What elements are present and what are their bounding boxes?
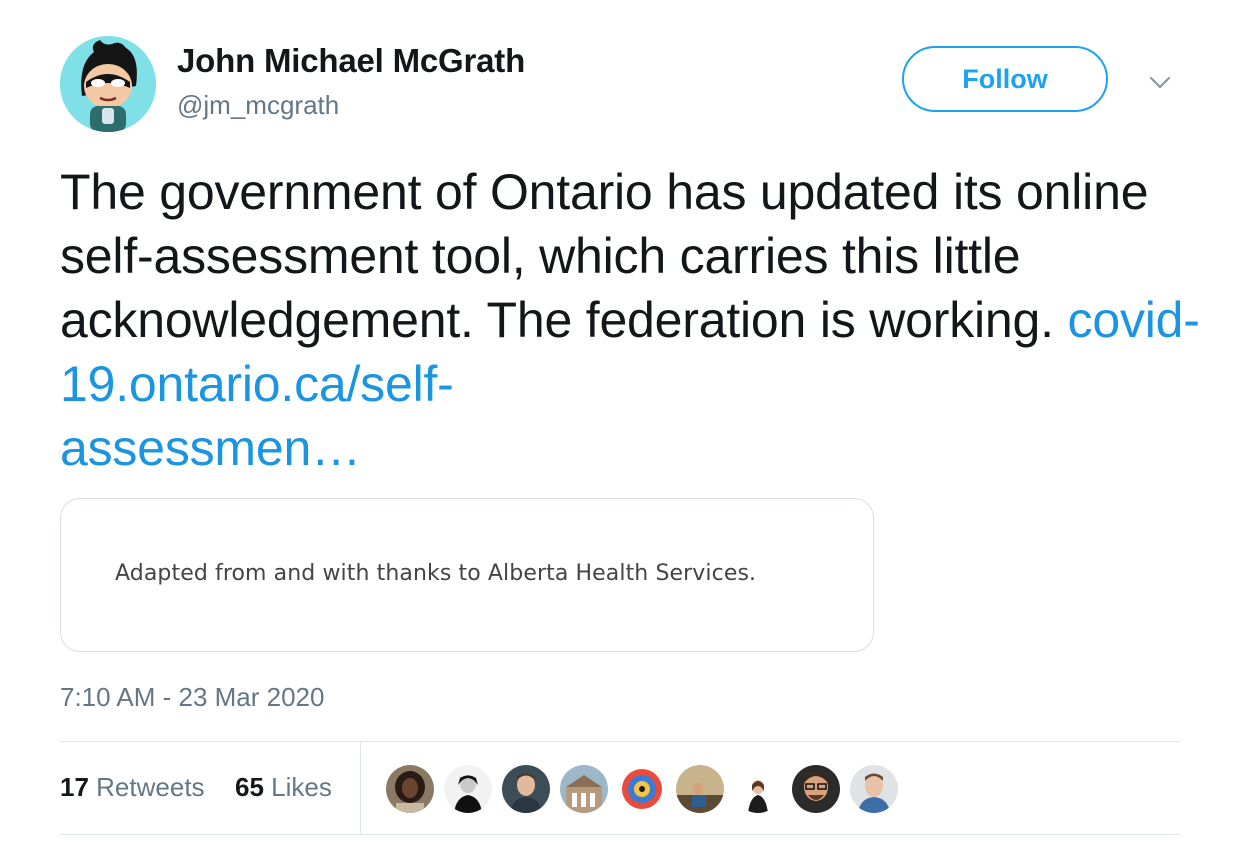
tweet-body: The government of Ontario has updated it… [60, 164, 1149, 348]
stats-divider-bottom [60, 834, 1180, 835]
retweets-label: Retweets [96, 772, 205, 802]
chevron-down-icon[interactable] [1148, 70, 1172, 94]
stats-divider-top [60, 741, 1180, 742]
liker-avatar[interactable] [676, 765, 724, 813]
liker-avatar[interactable] [502, 765, 550, 813]
follow-button[interactable]: Follow [902, 46, 1108, 112]
liker-avatar[interactable] [386, 765, 434, 813]
likes-label: Likes [271, 772, 332, 802]
stats-divider-vertical [360, 742, 361, 834]
tweet-link-part2: assessmen… [60, 420, 361, 476]
tweet-stats: 17 Retweets 65 Likes [60, 772, 332, 803]
retweets-count: 17 [60, 772, 89, 802]
retweets-stat[interactable]: 17 Retweets [60, 772, 205, 802]
author-avatar[interactable] [60, 36, 156, 132]
card-text: Adapted from and with thanks to Alberta … [115, 561, 757, 586]
liker-avatar[interactable] [444, 765, 492, 813]
robin-cartoon-icon [60, 36, 156, 132]
likes-stat[interactable]: 65 Likes [235, 772, 332, 802]
likes-count: 65 [235, 772, 264, 802]
liker-avatar[interactable] [618, 765, 666, 813]
liker-avatar[interactable] [734, 765, 782, 813]
liker-avatar[interactable] [792, 765, 840, 813]
liker-avatar[interactable] [560, 765, 608, 813]
tweet-text: The government of Ontario has updated it… [60, 160, 1210, 480]
liker-avatar[interactable] [850, 765, 898, 813]
author-name[interactable]: John Michael McGrath [177, 42, 525, 80]
tweet-timestamp[interactable]: 7:10 AM - 23 Mar 2020 [60, 682, 324, 713]
link-card[interactable]: Adapted from and with thanks to Alberta … [60, 498, 874, 652]
author-handle[interactable]: @jm_mcgrath [177, 90, 339, 121]
